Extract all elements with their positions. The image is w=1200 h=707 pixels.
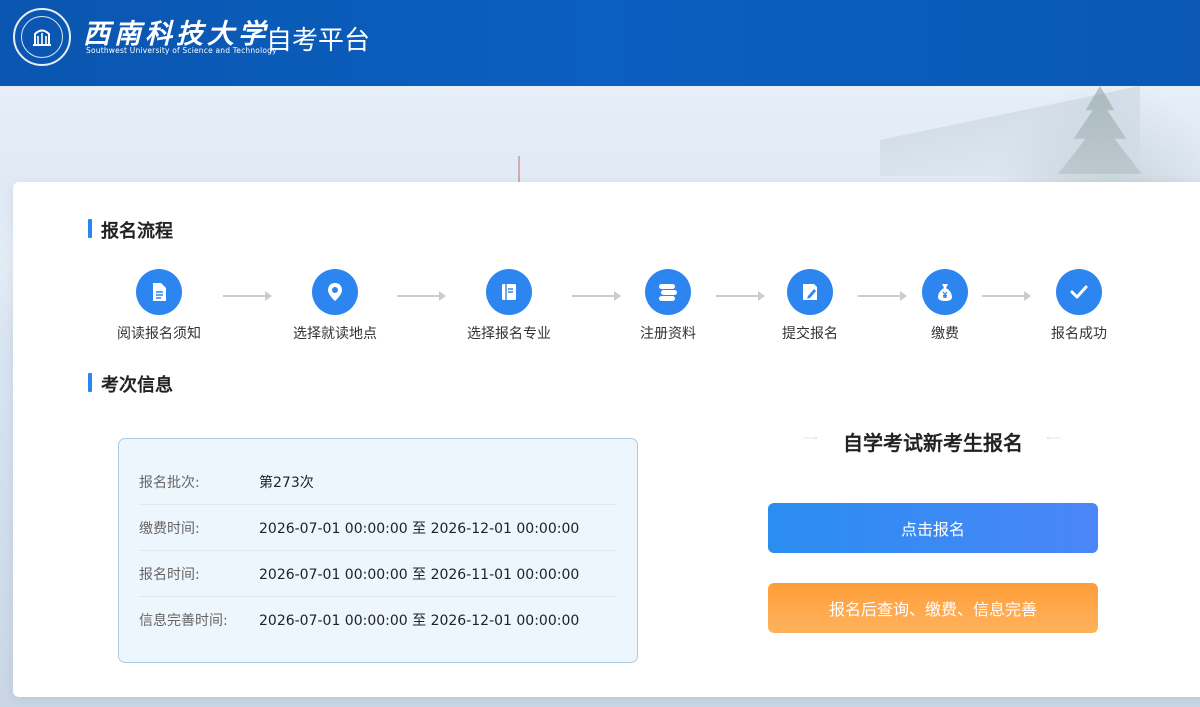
- info-row-info-completion-time: 信息完善时间: 2026-07-01 00:00:00 至 2026-12-01…: [139, 597, 617, 643]
- step-label: 阅读报名须知: [117, 326, 201, 342]
- arrow-right-icon: [223, 291, 272, 301]
- info-row-registration-time: 报名时间: 2026-07-01 00:00:00 至 2026-11-01 0…: [139, 551, 617, 597]
- step-choose-location[interactable]: 选择就读地点: [275, 269, 395, 343]
- step-label: 选择报名专业: [467, 326, 551, 342]
- step-label: 注册资料: [640, 326, 696, 342]
- money-bag-icon: [922, 269, 968, 315]
- register-stack-icon: [645, 269, 691, 315]
- info-value: 2026-07-01 00:00:00 至 2026-11-01 00:00:0…: [259, 566, 580, 583]
- step-payment[interactable]: 缴费: [885, 269, 1005, 343]
- step-choose-major[interactable]: 选择报名专业: [449, 269, 569, 343]
- document-icon: [136, 269, 182, 315]
- step-submit-registration[interactable]: 提交报名: [750, 269, 870, 343]
- exam-info-section-title: 考次信息: [88, 371, 173, 397]
- step-label: 报名成功: [1051, 326, 1107, 342]
- university-seal-logo[interactable]: [13, 8, 71, 66]
- info-key: 报名时间:: [139, 566, 200, 583]
- edit-form-icon: [787, 269, 833, 315]
- step-label: 缴费: [931, 326, 959, 342]
- registration-title: 自学考试新考生报名: [843, 431, 1023, 455]
- university-name-en: Southwest University of Science and Tech…: [86, 46, 277, 55]
- step-register-info[interactable]: 注册资料: [608, 269, 728, 343]
- info-key: 信息完善时间:: [139, 613, 228, 629]
- info-value: 2026-07-01 00:00:00 至 2026-12-01 00:00:0…: [259, 613, 580, 629]
- register-button[interactable]: 点击报名: [768, 503, 1098, 553]
- seal-emblem-icon: [33, 29, 51, 46]
- checkmark-icon: [1056, 269, 1102, 315]
- process-section-title: 报名流程: [88, 217, 173, 243]
- query-payment-info-button[interactable]: 报名后查询、缴费、信息完善: [768, 583, 1098, 633]
- exam-info-panel: 报名批次: 第273次 缴费时间: 2026-07-01 00:00:00 至 …: [118, 438, 638, 663]
- top-header: 西南科技大学 Southwest University of Science a…: [0, 0, 1200, 86]
- location-pin-icon: [312, 269, 358, 315]
- step-read-notice[interactable]: 阅读报名须知: [99, 269, 219, 343]
- arrow-right-icon: [397, 291, 446, 301]
- info-value: 第273次: [259, 474, 314, 491]
- step-label: 选择就读地点: [293, 326, 377, 342]
- step-registration-success[interactable]: 报名成功: [1019, 269, 1139, 343]
- step-label: 提交报名: [782, 326, 838, 342]
- platform-title: 自考平台: [266, 26, 371, 56]
- title-decoration-right: [1047, 437, 1061, 439]
- info-value: 2026-07-01 00:00:00 至 2026-12-01 00:00:0…: [259, 520, 580, 537]
- info-row-payment-time: 缴费时间: 2026-07-01 00:00:00 至 2026-12-01 0…: [139, 505, 617, 551]
- info-key: 缴费时间:: [139, 520, 200, 537]
- main-card: 报名流程 阅读报名须知 选择就读地点 选择报名专业 注册资料 提交报名 缴费 报…: [13, 182, 1200, 697]
- info-row-batch: 报名批次: 第273次: [139, 459, 617, 505]
- book-icon: [486, 269, 532, 315]
- info-key: 报名批次:: [139, 474, 200, 491]
